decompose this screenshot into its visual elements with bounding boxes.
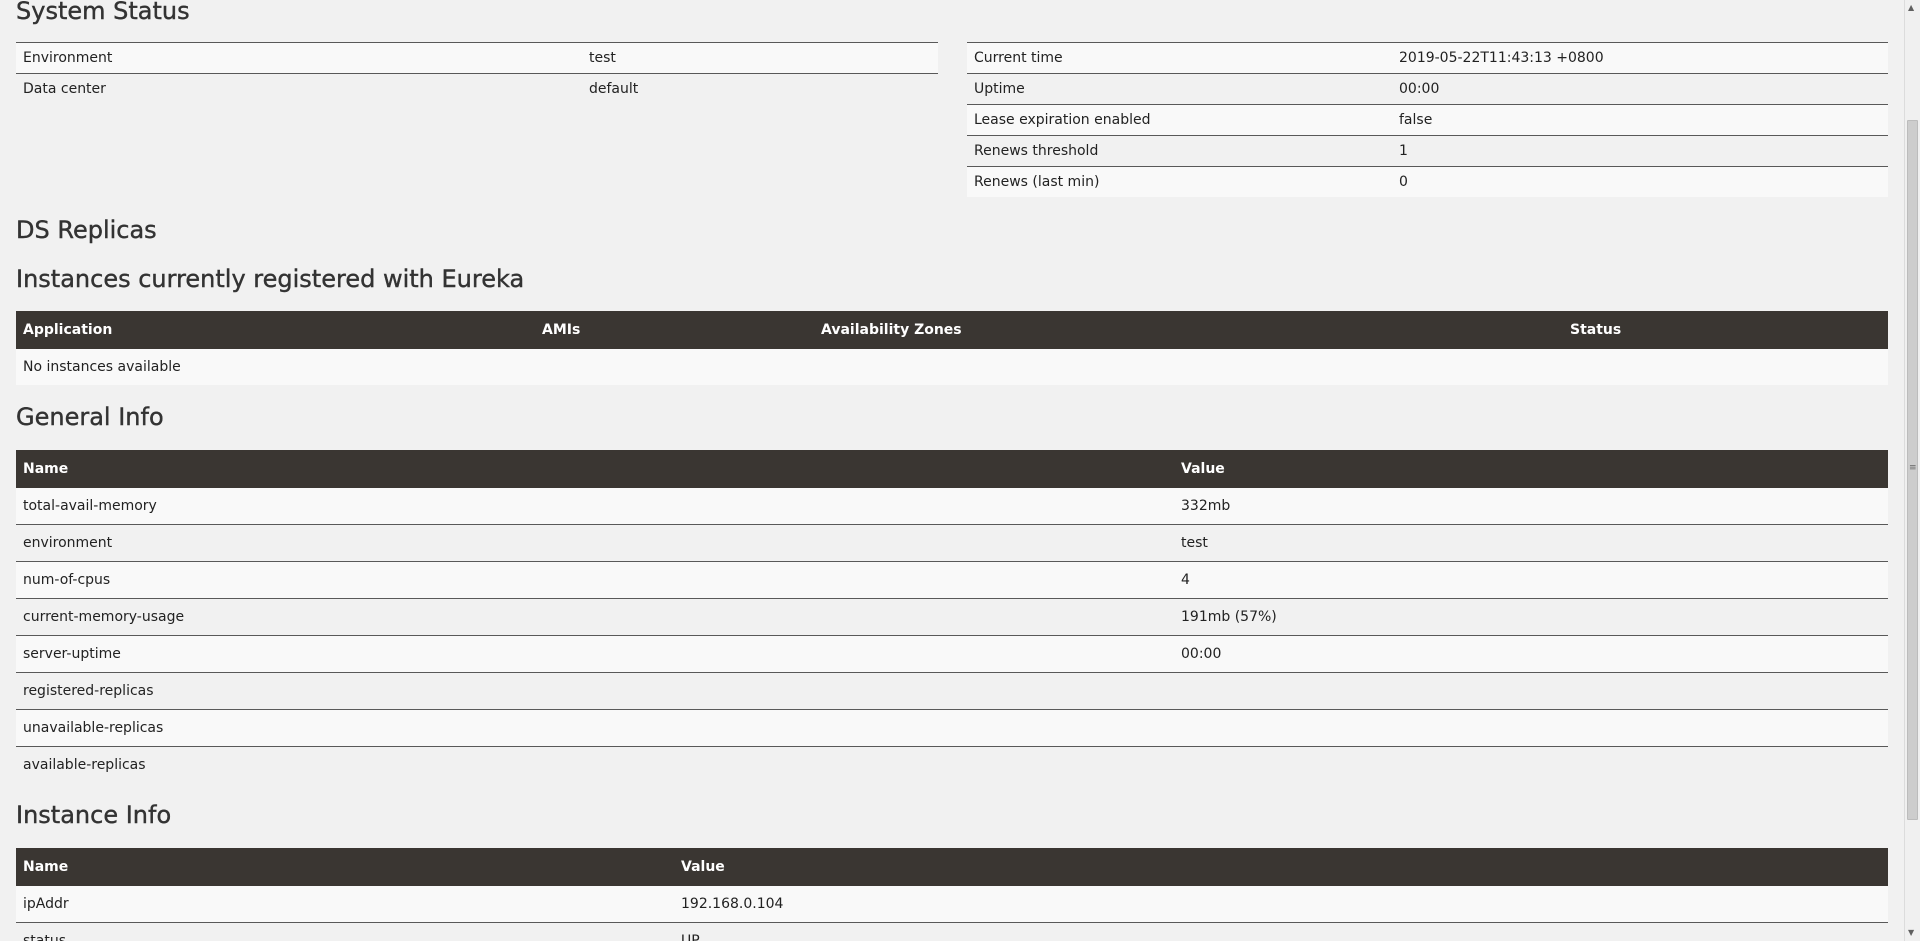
row-value: UP (674, 922, 1888, 941)
row-name: total-avail-memory (16, 488, 1174, 525)
row-name: server-uptime (16, 635, 1174, 673)
row-value: 00:00 (1392, 73, 1888, 105)
row-label: Uptime (967, 73, 1392, 105)
row-value: default (582, 73, 938, 104)
row-value: 1 (1392, 135, 1888, 167)
page-content: System Status Environment test Data cent… (0, 0, 1904, 941)
system-status-right-table: Current time 2019-05-22T11:43:13 +0800 U… (967, 42, 1888, 197)
row-value: test (1174, 524, 1888, 562)
table-row: No instances available (16, 349, 1888, 385)
row-label: Current time (967, 42, 1392, 74)
table-row: ipAddr 192.168.0.104 (16, 886, 1888, 923)
header-value: Value (1174, 450, 1888, 488)
row-name: available-replicas (16, 746, 1174, 783)
header-value: Value (674, 848, 1888, 886)
row-value: 0 (1392, 166, 1888, 197)
table-row: Data center default (16, 73, 938, 104)
table-header-row: Name Value (16, 450, 1888, 488)
row-name: status (16, 922, 674, 941)
arrow-down-icon[interactable]: ▼ (1908, 928, 1914, 938)
system-status-title: System Status (16, 0, 190, 25)
table-header-row: Name Value (16, 848, 1888, 886)
header-status: Status (1563, 311, 1888, 349)
row-value (1174, 746, 1888, 783)
row-value: 4 (1174, 561, 1888, 599)
table-row: available-replicas (16, 746, 1888, 783)
header-amis: AMIs (535, 311, 814, 349)
row-label: Renews threshold (967, 135, 1392, 167)
table-row: Lease expiration enabled false (967, 104, 1888, 136)
table-row: Environment test (16, 42, 938, 74)
row-label: Renews (last min) (967, 166, 1392, 197)
table-row: Uptime 00:00 (967, 73, 1888, 105)
table-row: unavailable-replicas (16, 709, 1888, 747)
row-value: 192.168.0.104 (674, 886, 1888, 923)
table-row: environment test (16, 524, 1888, 562)
instance-info-table: Name Value ipAddr 192.168.0.104 status U… (16, 848, 1888, 941)
row-value: test (582, 42, 938, 74)
table-row: Current time 2019-05-22T11:43:13 +0800 (967, 42, 1888, 74)
row-name: environment (16, 524, 1174, 562)
table-row: num-of-cpus 4 (16, 561, 1888, 599)
header-application: Application (16, 311, 535, 349)
vertical-scrollbar[interactable]: ▲ ≡ ▼ (1904, 0, 1920, 941)
row-name: registered-replicas (16, 672, 1174, 710)
row-name: ipAddr (16, 886, 674, 923)
row-name: num-of-cpus (16, 561, 1174, 599)
table-row: Renews threshold 1 (967, 135, 1888, 167)
instance-info-title: Instance Info (16, 801, 172, 829)
row-name: unavailable-replicas (16, 709, 1174, 747)
grip-icon: ≡ (1909, 463, 1917, 473)
table-row: registered-replicas (16, 672, 1888, 710)
general-info-title: General Info (16, 403, 164, 431)
instances-title: Instances currently registered with Eure… (16, 265, 525, 293)
row-value: 332mb (1174, 488, 1888, 525)
row-value: 00:00 (1174, 635, 1888, 673)
general-info-table: Name Value total-avail-memory 332mb envi… (16, 450, 1888, 783)
row-label: Environment (16, 42, 582, 74)
row-label: Data center (16, 73, 582, 104)
row-label: Lease expiration enabled (967, 104, 1392, 136)
row-value: false (1392, 104, 1888, 136)
row-value: 2019-05-22T11:43:13 +0800 (1392, 42, 1888, 74)
table-row: current-memory-usage 191mb (57%) (16, 598, 1888, 636)
empty-message: No instances available (16, 349, 1888, 385)
row-value (1174, 709, 1888, 747)
row-value (1174, 672, 1888, 710)
table-row: status UP (16, 922, 1888, 941)
table-row: server-uptime 00:00 (16, 635, 1888, 673)
header-name: Name (16, 450, 1174, 488)
arrow-up-icon[interactable]: ▲ (1908, 3, 1914, 13)
row-value: 191mb (57%) (1174, 598, 1888, 636)
header-availability-zones: Availability Zones (814, 311, 1563, 349)
system-status-left-table: Environment test Data center default (16, 42, 938, 104)
scrollbar-thumb[interactable]: ≡ (1907, 120, 1918, 820)
ds-replicas-title: DS Replicas (16, 216, 157, 244)
instances-table: Application AMIs Availability Zones Stat… (16, 311, 1888, 385)
row-name: current-memory-usage (16, 598, 1174, 636)
table-row: total-avail-memory 332mb (16, 488, 1888, 525)
header-name: Name (16, 848, 674, 886)
table-row: Renews (last min) 0 (967, 166, 1888, 197)
table-header-row: Application AMIs Availability Zones Stat… (16, 311, 1888, 349)
